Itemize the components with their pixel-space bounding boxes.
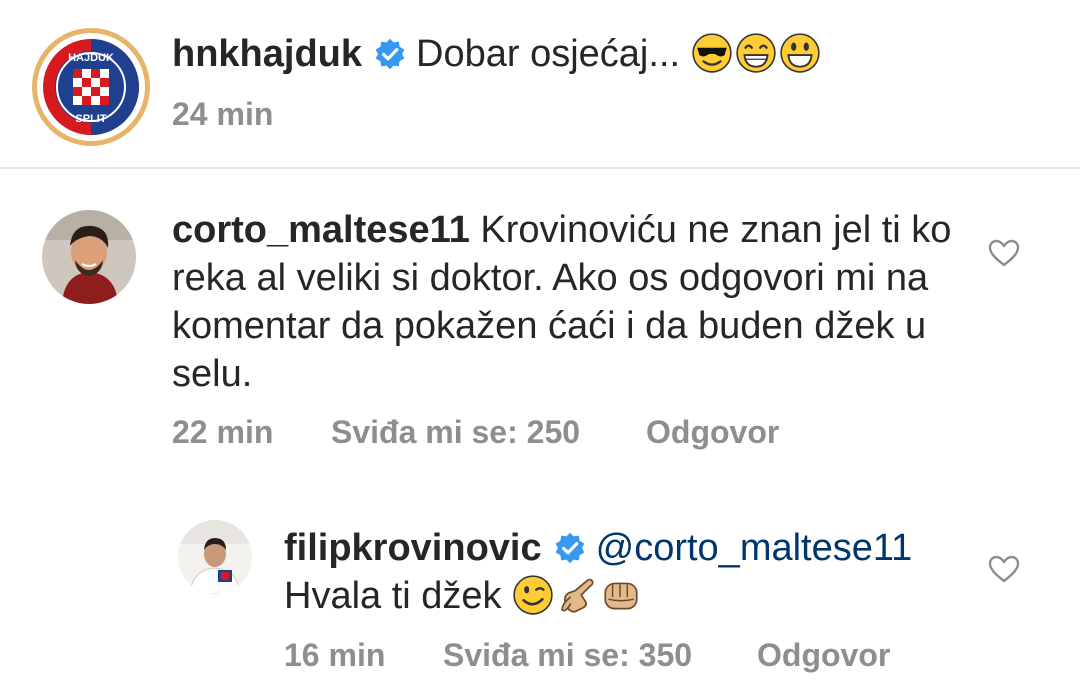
- divider: [0, 167, 1080, 169]
- comment-body: corto_maltese11 Krovinoviću ne znan jel …: [172, 206, 962, 398]
- logo-text-top: HAJDUK: [68, 52, 114, 64]
- mention-link[interactable]: @corto_maltese11: [596, 527, 913, 569]
- call-me-hand-icon: [561, 578, 594, 613]
- hajduk-avatar[interactable]: HAJDUK SPLIT: [32, 28, 150, 146]
- reply-body: Hvala ti džek: [284, 572, 644, 620]
- comment-item: corto_maltese11 Krovinoviću ne znan jel …: [0, 170, 1080, 470]
- oncoming-fist-icon: [604, 582, 638, 610]
- reply-text: Hvala ti džek: [284, 575, 502, 617]
- like-heart-icon[interactable]: [987, 554, 1021, 584]
- reply-button[interactable]: Odgovor: [757, 637, 890, 674]
- reply-header: filipkrovinovic @corto_maltese11: [284, 524, 964, 572]
- verified-badge-icon: [555, 532, 585, 564]
- grinning-face-icon: [735, 33, 776, 73]
- caption-time: 24 min: [172, 96, 274, 132]
- comment-time: 22 min: [172, 414, 274, 450]
- grinning-face-big-eyes-icon: [779, 33, 820, 73]
- reply-username[interactable]: filipkrovinovic: [284, 527, 542, 569]
- like-count[interactable]: Sviđa mi se: 250: [331, 414, 580, 451]
- verified-badge-icon: [375, 38, 405, 70]
- logo-text-bottom: SPLIT: [75, 113, 106, 125]
- smiling-face-with-sunglasses-icon: [691, 33, 732, 73]
- hajduk-logo-icon: HAJDUK SPLIT: [43, 39, 139, 135]
- caption-text: Dobar osjećaj...: [416, 33, 681, 75]
- commenter-avatar[interactable]: [42, 210, 136, 304]
- profile-photo-icon: [42, 210, 136, 304]
- caption-line: hnkhajduk Dobar osjećaj...: [172, 30, 823, 78]
- post-caption: HAJDUK SPLIT hnkhajduk Dobar osjećaj... …: [0, 0, 1080, 168]
- reply-author-avatar[interactable]: [178, 520, 252, 594]
- reply-button[interactable]: Odgovor: [646, 414, 779, 451]
- reply-time: 16 min: [284, 637, 386, 673]
- comment-username[interactable]: corto_maltese11: [172, 209, 470, 251]
- winking-face-icon: [513, 575, 553, 615]
- caption-username[interactable]: hnkhajduk: [172, 33, 362, 75]
- like-heart-icon[interactable]: [987, 238, 1021, 268]
- profile-photo-icon: [178, 520, 252, 594]
- like-count[interactable]: Sviđa mi se: 350: [443, 637, 692, 674]
- reply-item: filipkrovinovic @corto_maltese11 Hvala t…: [0, 500, 1080, 696]
